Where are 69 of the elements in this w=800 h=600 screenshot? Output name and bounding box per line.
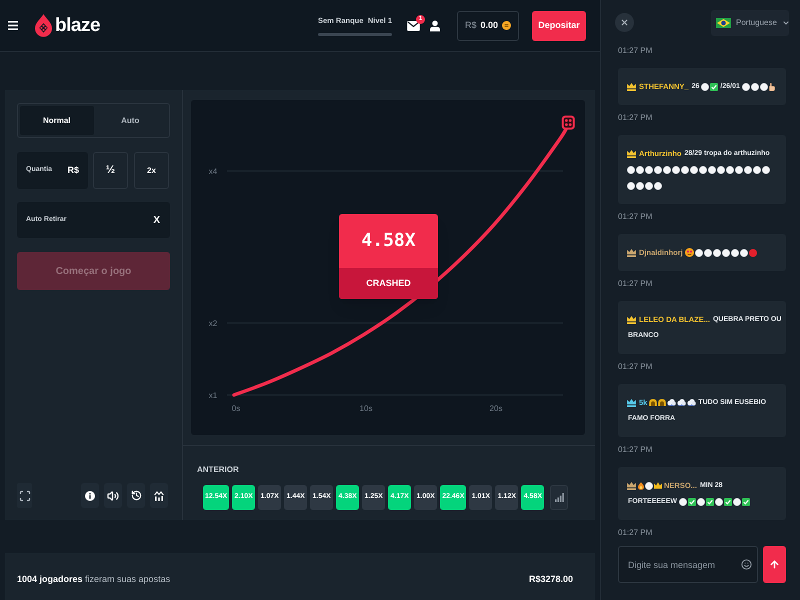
message-time: 01:27 PM	[618, 528, 654, 538]
circle-icon	[697, 498, 706, 506]
arrow-up-icon	[769, 559, 780, 570]
speaker-icon	[107, 490, 119, 502]
smiling-face-icon	[684, 248, 694, 257]
balance-amount: 0.00	[480, 18, 498, 32]
chevron-down-icon	[782, 18, 790, 26]
drop-logo-icon[interactable]	[35, 14, 52, 37]
send-button[interactable]	[763, 546, 786, 583]
crash-multiplier: 4.58X	[361, 232, 416, 250]
message-time: 01:27 PM	[618, 46, 654, 56]
message-time: 01:27 PM	[618, 445, 654, 455]
circle-icon	[701, 82, 710, 90]
circle-icon	[715, 498, 724, 506]
flame-icon	[638, 482, 644, 490]
x-axis-label: 10s	[360, 404, 372, 413]
double-button[interactable]: 2x	[134, 152, 169, 189]
y-axis-label: x2	[208, 319, 218, 328]
logo-text[interactable]: blaze	[55, 16, 100, 35]
message-time: 01:27 PM	[618, 279, 654, 289]
crown-icon	[654, 482, 662, 489]
info-icon	[85, 490, 95, 500]
menu-icon[interactable]	[8, 21, 18, 30]
circle-icon	[645, 482, 653, 490]
clear-button[interactable]: X	[151, 212, 162, 228]
players-count-text: 1004 jogadores fizeram suas apostas	[17, 572, 170, 586]
deposit-button[interactable]: Depositar	[532, 10, 586, 40]
circle-icon	[733, 498, 742, 506]
message-time: 01:27 PM	[618, 362, 654, 372]
message-time: 01:27 PM	[618, 113, 654, 123]
total-bet-amount: R$3278.00	[528, 572, 573, 586]
bar-chart-icon	[554, 493, 564, 502]
check-icon	[742, 498, 750, 506]
currency-label: R$	[67, 164, 79, 177]
user-icon[interactable]	[430, 20, 440, 32]
history-title: ANTERIOR	[197, 465, 240, 475]
fullscreen-icon	[18, 490, 30, 502]
history-icon	[130, 490, 142, 501]
half-button[interactable]: ½	[93, 152, 128, 189]
dice-icon	[562, 116, 575, 130]
message-time: 01:27 PM	[618, 212, 654, 222]
close-button[interactable]	[615, 13, 634, 32]
sound-button[interactable]	[104, 483, 122, 508]
currency-label: R$	[464, 18, 476, 32]
check-icon	[706, 498, 714, 506]
close-icon	[620, 18, 629, 27]
history-button[interactable]	[127, 483, 145, 508]
mode-tab[interactable]: Normal	[20, 106, 94, 135]
mode-tab[interactable]: Auto	[94, 106, 167, 135]
y-axis-label: x1	[208, 391, 218, 400]
language-selector[interactable]: Portuguese	[711, 10, 789, 36]
circle-icon	[679, 498, 688, 506]
message-input[interactable]: Digite sua mensagem	[618, 546, 758, 583]
hand-icon	[768, 82, 775, 90]
y-axis-label: x4	[208, 167, 218, 176]
check-icon	[688, 498, 696, 506]
check-icon	[724, 498, 732, 506]
info-button[interactable]	[81, 483, 99, 508]
crashed-label: CRASHED	[339, 268, 438, 299]
smiley-icon[interactable]	[741, 559, 752, 570]
x-axis-label: 0s	[232, 404, 240, 413]
x-axis-label: 20s	[490, 404, 502, 413]
chart-icon	[154, 490, 164, 500]
stats-button[interactable]	[150, 483, 168, 508]
coin-icon	[502, 21, 512, 30]
flag-icon	[716, 18, 731, 28]
mail-icon[interactable]	[407, 20, 420, 30]
fullscreen-button[interactable]	[17, 483, 32, 508]
check-icon	[710, 82, 718, 90]
